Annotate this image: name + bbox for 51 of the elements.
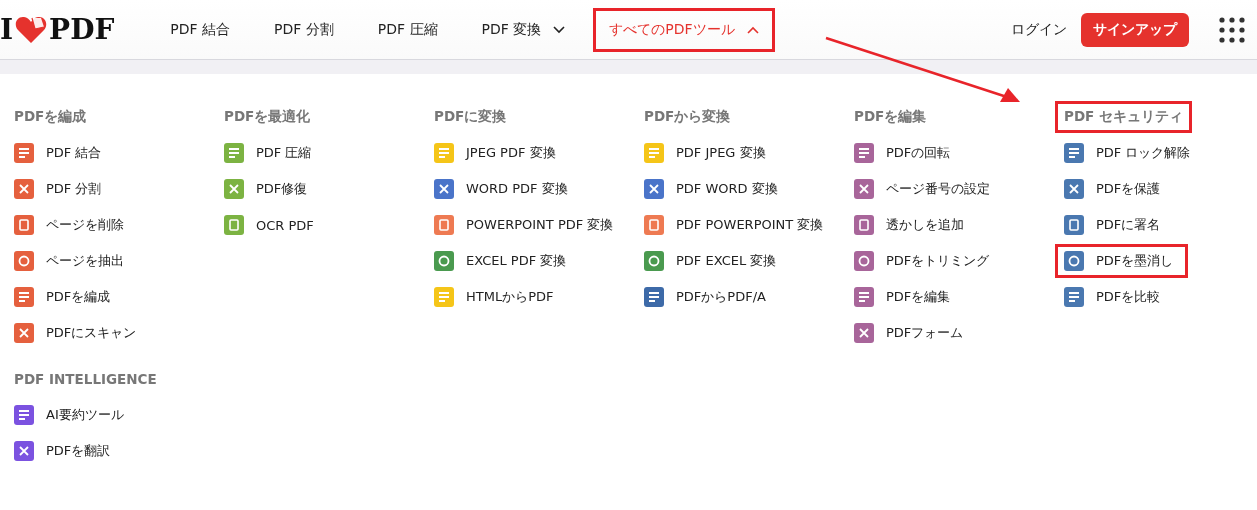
tool-link[interactable]: 透かしを追加	[845, 208, 973, 242]
tool-link[interactable]: PDFからPDF/A	[635, 280, 775, 314]
nav-link[interactable]: PDF 分割	[258, 7, 350, 52]
section-heading: PDFに変換	[433, 107, 508, 126]
tool-link[interactable]: JPEG PDF 変換	[425, 136, 565, 170]
tool-link[interactable]: PDF 分割	[5, 172, 111, 206]
section-heading: PDF INTELLIGENCE	[13, 370, 158, 389]
tool-link[interactable]: OCR PDF	[215, 208, 323, 242]
tool-link[interactable]: PDFの回転	[845, 136, 960, 170]
signup-button[interactable]: サインアップ	[1081, 12, 1189, 47]
section-heading: PDFを最適化	[223, 107, 312, 126]
tool-link[interactable]: PDFを保護	[1055, 172, 1170, 206]
tool-link[interactable]: ページを削除	[5, 208, 133, 242]
tool-link[interactable]: PDFに署名	[1055, 208, 1170, 242]
heart-icon	[15, 15, 48, 44]
tool-link[interactable]: ページを抽出	[5, 244, 133, 278]
tool-link[interactable]: PDF 圧縮	[215, 136, 321, 170]
tool-link[interactable]: PDFにスキャン	[5, 316, 146, 350]
tool-link[interactable]: ページ番号の設定	[845, 172, 999, 206]
caret-icon	[746, 25, 759, 34]
tool-link[interactable]: EXCEL PDF 変換	[425, 244, 576, 278]
tool-link[interactable]: PDFを比較	[1055, 280, 1170, 314]
tool-link[interactable]: PDFフォーム	[845, 316, 973, 350]
tool-link[interactable]: PDF POWERPOINT 変換	[635, 208, 833, 242]
tool-link[interactable]: PDFを編集	[845, 280, 960, 314]
tool-link[interactable]: HTMLからPDF	[425, 280, 563, 314]
tool-link[interactable]: PDFを墨消し	[1055, 244, 1189, 278]
tool-link[interactable]: PDF JPEG 変換	[635, 136, 775, 170]
section-heading: PDFを編集	[853, 107, 928, 126]
section-heading: PDFを編成	[13, 107, 88, 126]
tool-link[interactable]: AI要約ツール	[5, 398, 133, 432]
tool-link[interactable]: PDF修復	[215, 172, 317, 206]
nav-link[interactable]: PDF 結合	[154, 7, 247, 52]
tool-link[interactable]: POWERPOINT PDF 変換	[425, 208, 623, 242]
tool-link[interactable]: WORD PDF 変換	[425, 172, 577, 206]
section-heading: PDF セキュリティ	[1055, 101, 1193, 133]
caret-icon	[553, 25, 566, 34]
tool-link[interactable]: PDFをトリミング	[845, 244, 999, 278]
nav-link[interactable]: PDF 圧縮	[361, 7, 454, 52]
tool-link[interactable]: PDFを翻訳	[5, 434, 120, 468]
tool-link[interactable]: PDFを編成	[5, 280, 120, 314]
tool-link[interactable]: PDF WORD 変換	[635, 172, 787, 206]
logo[interactable]: I PDF	[0, 13, 115, 46]
section-heading: PDFから変換	[643, 107, 732, 126]
login-link[interactable]: ログイン	[1011, 20, 1067, 39]
nav-link[interactable]: PDF 変換	[465, 7, 582, 52]
nav-link[interactable]: すべてのPDFツール	[593, 7, 775, 52]
tool-link[interactable]: PDF EXCEL 変換	[635, 244, 786, 278]
apps-grid-icon[interactable]	[1219, 16, 1245, 43]
tool-link[interactable]: PDF 結合	[5, 136, 111, 170]
tool-link[interactable]: PDF ロック解除	[1055, 136, 1200, 170]
